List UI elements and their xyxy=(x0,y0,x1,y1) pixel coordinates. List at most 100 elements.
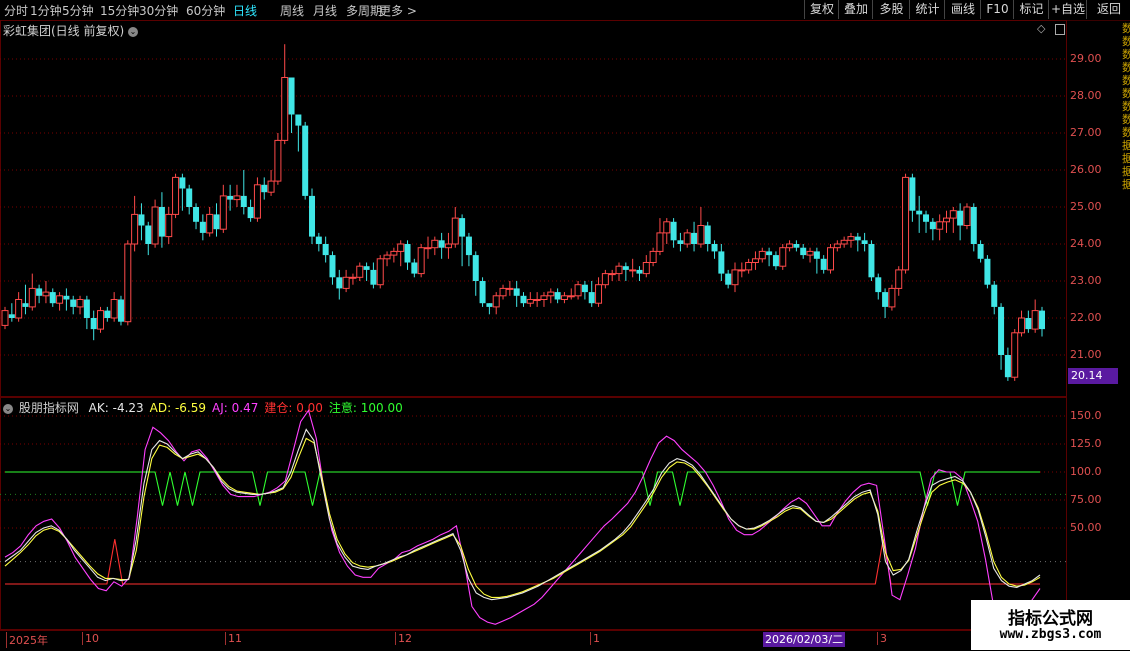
candle-body-down xyxy=(145,225,152,244)
watermark-url: www.zbgs3.com xyxy=(999,627,1102,642)
current-price-tag: 20.14 xyxy=(1068,368,1118,384)
candle-body-up xyxy=(56,295,64,304)
candle-body-up xyxy=(608,273,616,276)
candle-body-down xyxy=(520,295,527,304)
candle-body-up xyxy=(274,139,282,182)
candle-body-down xyxy=(240,195,247,207)
candle-body-down xyxy=(315,236,322,244)
candle-body-up xyxy=(499,287,507,297)
toolbar-button-2[interactable]: 多股 xyxy=(872,0,910,19)
candle-body-up xyxy=(751,258,759,264)
candle-body-down xyxy=(309,195,316,237)
price-axis-label: 21.00 xyxy=(1070,348,1102,361)
candle-body-down xyxy=(772,255,779,267)
watermark: 指标公式网 www.zbgs3.com xyxy=(971,600,1130,650)
candle-body-up xyxy=(151,206,159,245)
candle-body-up xyxy=(629,269,637,272)
candle-body-up xyxy=(267,180,275,193)
date-label: 12 xyxy=(395,632,412,645)
candle-body-up xyxy=(601,273,609,286)
indicator-axis-label: 125.0 xyxy=(1070,437,1102,450)
candle-body-down xyxy=(63,295,70,300)
candle-body-down xyxy=(711,244,718,252)
toolbar-button-6[interactable]: 标记 xyxy=(1013,0,1049,19)
candle-body-down xyxy=(302,125,309,196)
period-tab-6[interactable]: 日线 xyxy=(233,2,257,19)
candle-body-up xyxy=(533,299,541,301)
date-label: 3 xyxy=(877,632,887,645)
candle-body-down xyxy=(83,299,90,318)
candle-body-down xyxy=(800,247,807,256)
candle-body-down xyxy=(998,306,1005,355)
candle-body-up xyxy=(206,213,214,234)
candle-body-up xyxy=(383,254,391,260)
candle-body-up xyxy=(847,236,855,241)
period-tab-5[interactable]: 60分钟 xyxy=(186,2,225,19)
candle-body-up xyxy=(745,262,753,271)
candle-body-up xyxy=(281,77,289,141)
candle-body-up xyxy=(567,295,575,298)
price-axis-label: 29.00 xyxy=(1070,52,1102,65)
candle-body-down xyxy=(929,221,936,230)
period-tab-9[interactable]: 多周期 xyxy=(346,2,382,19)
toolbar-button-0[interactable]: 复权 xyxy=(804,0,839,19)
candle-body-down xyxy=(138,214,145,226)
candle-body-up xyxy=(683,232,691,245)
period-tab-3[interactable]: 15分钟 xyxy=(100,2,139,19)
period-tab-1[interactable]: 1分钟 xyxy=(30,2,62,19)
watermark-title: 指标公式网 xyxy=(1008,609,1093,629)
candle-body-up xyxy=(663,221,671,234)
candle-body-down xyxy=(704,225,711,244)
candle-body-down xyxy=(247,207,254,219)
candle-body-up xyxy=(595,284,603,304)
candle-body-up xyxy=(902,176,910,271)
date-label: 1 xyxy=(590,632,600,645)
period-tab-2[interactable]: 5分钟 xyxy=(62,2,94,19)
candle-body-down xyxy=(718,251,725,274)
candle-body-up xyxy=(165,213,173,238)
candle-body-down xyxy=(970,207,977,244)
candle-body-up xyxy=(376,258,384,286)
candle-body-up xyxy=(390,250,398,256)
candle-body-up xyxy=(574,284,582,297)
toolbar-button-1[interactable]: 叠加 xyxy=(838,0,873,19)
candle-body-up xyxy=(731,269,739,286)
candle-body-up xyxy=(424,247,432,250)
candle-body-up xyxy=(431,239,439,249)
candle-body-down xyxy=(957,210,964,226)
period-tab-10[interactable]: 更多 > xyxy=(379,2,417,19)
candle-body-up xyxy=(649,250,657,263)
candle-body-down xyxy=(916,210,923,215)
toolbar-button-3[interactable]: 统计 xyxy=(909,0,945,19)
candle-body-down xyxy=(909,177,916,211)
toolbar-button-4[interactable]: 画线 xyxy=(944,0,981,19)
candle-body-up xyxy=(1031,310,1039,330)
candle-body-up xyxy=(895,269,903,289)
indicator-line-注意 xyxy=(5,471,1040,506)
candle-body-up xyxy=(1011,332,1019,378)
period-tab-4[interactable]: 30分钟 xyxy=(139,2,178,19)
candle-body-up xyxy=(540,295,548,300)
candle-body-up xyxy=(786,243,794,249)
indicator-line-AD xyxy=(4,437,1041,598)
side-info-strip: 数数数数数数数数数据据据据 xyxy=(1122,22,1130,191)
period-tab-8[interactable]: 月线 xyxy=(313,2,337,19)
candle-body-down xyxy=(670,221,677,241)
candle-body-up xyxy=(560,295,568,300)
candle-body-down xyxy=(158,207,165,237)
candle-body-down xyxy=(554,292,561,300)
toolbar-button-7[interactable]: +自选 xyxy=(1048,0,1087,19)
candle-body-down xyxy=(322,244,329,256)
candle-body-up xyxy=(15,299,23,319)
candle-body-up xyxy=(397,243,405,252)
candle-body-down xyxy=(636,269,643,274)
candle-body-down xyxy=(766,251,773,256)
price-axis-label: 27.00 xyxy=(1070,126,1102,139)
toolbar-button-8[interactable]: 返回 xyxy=(1086,0,1130,19)
period-tab-7[interactable]: 周线 xyxy=(280,2,304,19)
toolbar-button-5[interactable]: F10 xyxy=(980,0,1014,19)
period-tab-0[interactable]: 分时 xyxy=(4,2,28,19)
indicator-axis-label: 50.00 xyxy=(1070,521,1102,534)
candle-body-up xyxy=(28,287,36,308)
candle-body-down xyxy=(882,292,889,307)
